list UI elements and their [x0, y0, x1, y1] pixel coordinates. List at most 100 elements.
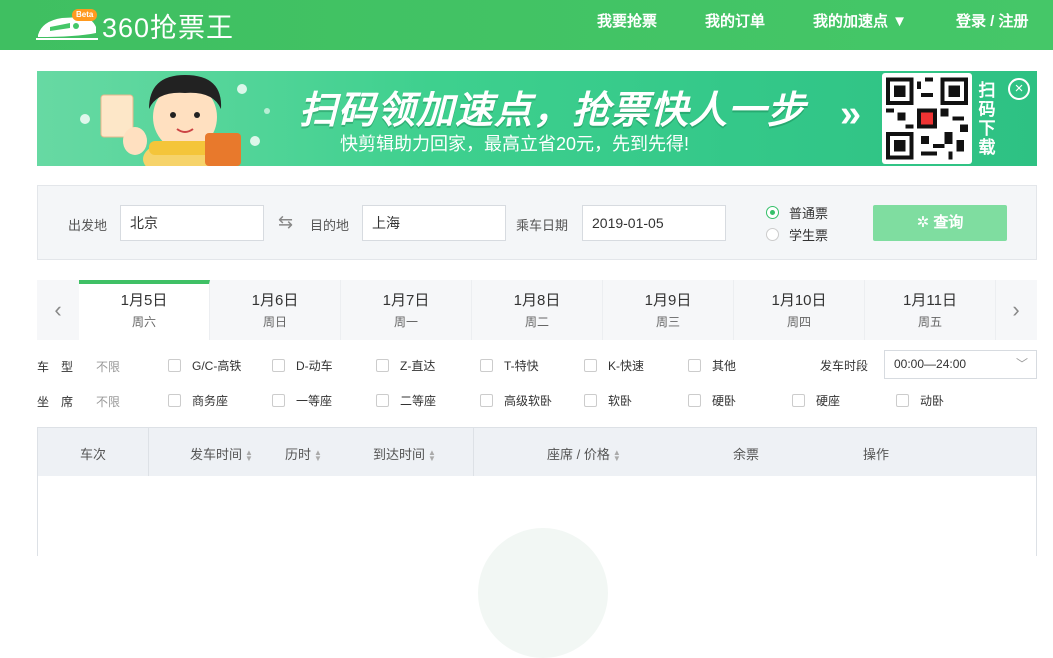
date-tab-weekday: 周一	[393, 315, 418, 329]
filter-label: 硬卧	[712, 394, 737, 408]
col-arrive-time[interactable]: 到达时间 ▲ ▼	[373, 444, 436, 463]
filter-train-type[interactable]: T-特快	[480, 357, 539, 374]
col-label: 历时	[285, 447, 312, 462]
date-tab-weekday: 周四	[786, 315, 811, 329]
query-button[interactable]: ✲ 查询	[873, 205, 1007, 241]
date-label: 乘车日期	[516, 218, 569, 233]
filter-label: D-动车	[296, 359, 333, 373]
qr-code	[882, 73, 972, 164]
checkbox-icon	[584, 359, 597, 372]
seat-any[interactable]: 不限	[96, 393, 120, 410]
date-tab[interactable]: 1月8日 周二	[472, 280, 603, 340]
banner-title: 扫码领加速点，抢票快人一步	[299, 90, 807, 132]
checkbox-icon	[688, 359, 701, 372]
col-action: 操作	[863, 447, 890, 462]
checkbox-icon	[376, 359, 389, 372]
results-table-header: 车次 发车时间 ▲ ▼ 历时 ▲ ▼ 到达时间 ▲ ▼ 座席 / 价格 ▲ ▼ 余票 操作	[37, 427, 1037, 477]
date-tab-date: 1月11日	[903, 292, 957, 309]
train-logo-icon: Beta	[36, 9, 98, 41]
train-type-any[interactable]: 不限	[96, 358, 120, 375]
filter-train-type[interactable]: 其他	[688, 357, 736, 374]
from-station-input[interactable]: 北京	[120, 205, 264, 241]
checkbox-icon	[792, 394, 805, 407]
nav-my-boost-points[interactable]: 我的加速点 ▼	[813, 0, 907, 50]
logo[interactable]: Beta 360抢票王	[36, 6, 234, 44]
radio-normal-ticket[interactable]: 普通票	[766, 203, 828, 222]
col-label: 到达时间	[373, 447, 426, 462]
filter-seat[interactable]: 动卧	[896, 392, 944, 409]
col-label: 座席 / 价格	[547, 447, 610, 462]
filter-seat[interactable]: 二等座	[376, 392, 436, 409]
radio-label-student: 学生票	[789, 228, 829, 243]
filter-label: K-快速	[608, 359, 645, 373]
checkbox-icon	[480, 359, 493, 372]
nav-login-register[interactable]: 登录 / 注册	[956, 0, 1029, 50]
filter-seat[interactable]: 商务座	[168, 392, 228, 409]
col-seat-price[interactable]: 座席 / 价格 ▲ ▼	[547, 444, 621, 463]
filter-label: 软卧	[608, 394, 633, 408]
checkbox-icon	[480, 394, 493, 407]
double-chevron-right-icon: »	[840, 93, 862, 135]
checkbox-icon	[688, 394, 701, 407]
results-table-body	[37, 476, 1037, 658]
date-tab[interactable]: 1月5日 周六	[79, 280, 210, 340]
filter-seat[interactable]: 硬座	[792, 392, 840, 409]
depart-time-value: 00:00—24:00	[894, 357, 967, 371]
date-tab-date: 1月5日	[120, 292, 168, 309]
column-divider	[148, 428, 149, 476]
filter-seat[interactable]: 硬卧	[688, 392, 736, 409]
radio-unchecked-icon	[766, 228, 779, 241]
promo-banner[interactable]: 扫码领加速点，抢票快人一步 快剪辑助力回家，最高立省20元，先到先得! » 扫码…	[37, 71, 1037, 166]
filter-seat[interactable]: 一等座	[272, 392, 332, 409]
date-tab-weekday: 周五	[917, 315, 942, 329]
seat-label: 坐 席	[37, 395, 74, 409]
close-icon[interactable]: ×	[1008, 78, 1030, 100]
filter-seat[interactable]: 高级软卧	[480, 392, 552, 409]
swap-icon[interactable]: ⇆	[278, 212, 293, 233]
column-divider	[473, 428, 474, 476]
date-tab-date: 1月6日	[251, 292, 299, 309]
checkbox-icon	[272, 359, 285, 372]
to-station-input[interactable]: 上海	[362, 205, 506, 241]
filter-label: G/C-高铁	[192, 359, 242, 373]
col-duration[interactable]: 历时 ▲ ▼	[285, 444, 322, 463]
prev-date-arrow-icon[interactable]: ‹	[37, 280, 79, 340]
date-tab[interactable]: 1月9日 周三	[603, 280, 734, 340]
date-tab-date: 1月8日	[513, 292, 561, 309]
col-depart-time[interactable]: 发车时间 ▲ ▼	[190, 444, 253, 463]
filter-train-type[interactable]: Z-直达	[376, 357, 435, 374]
date-tab[interactable]: 1月10日 周四	[734, 280, 865, 340]
col-remaining: 余票	[733, 447, 760, 462]
depart-time-select[interactable]: 00:00—24:00 ﹀	[884, 350, 1037, 379]
col-label: 发车时间	[190, 447, 243, 462]
sort-icon: ▲ ▼	[428, 447, 436, 463]
filter-train-type[interactable]: G/C-高铁	[168, 357, 241, 374]
to-label: 目的地	[310, 218, 350, 233]
sort-icon: ▲ ▼	[612, 447, 621, 463]
radio-student-ticket[interactable]: 学生票	[766, 225, 828, 244]
from-label: 出发地	[68, 218, 108, 233]
date-tab-weekday: 周三	[655, 315, 680, 329]
filter-train-type[interactable]: K-快速	[584, 357, 644, 374]
date-tab[interactable]: 1月6日 周日	[210, 280, 341, 340]
top-header: Beta 360抢票王 我要抢票 我的订单 我的加速点 ▼ 登录 / 注册	[0, 0, 1053, 50]
qr-code-icon	[886, 77, 968, 160]
date-tab[interactable]: 1月7日 周一	[341, 280, 472, 340]
next-date-arrow-icon[interactable]: ›	[995, 280, 1037, 340]
filter-label: 商务座	[192, 394, 229, 408]
nav-grab-ticket[interactable]: 我要抢票	[597, 0, 657, 50]
travel-date-input[interactable]: 2019-01-05	[582, 205, 726, 241]
date-tab[interactable]: 1月11日 周五	[865, 280, 996, 340]
date-tabs: ‹ 1月5日 周六 1月6日 周日 1月7日 周一 1月8日 周二 1月9日 周…	[37, 280, 1037, 340]
filter-label: 高级软卧	[504, 394, 553, 408]
filter-seat[interactable]: 软卧	[584, 392, 632, 409]
mascot-illustration	[80, 75, 270, 166]
checkbox-icon	[584, 394, 597, 407]
nav-my-orders[interactable]: 我的订单	[705, 0, 765, 50]
qr-scan-download-text: 扫码下载	[978, 81, 996, 157]
filter-train-type[interactable]: D-动车	[272, 357, 333, 374]
filter-label: 二等座	[400, 394, 437, 408]
filter-label: 其他	[712, 359, 737, 373]
filter-label: 硬座	[816, 394, 841, 408]
radio-checked-icon	[766, 206, 779, 219]
